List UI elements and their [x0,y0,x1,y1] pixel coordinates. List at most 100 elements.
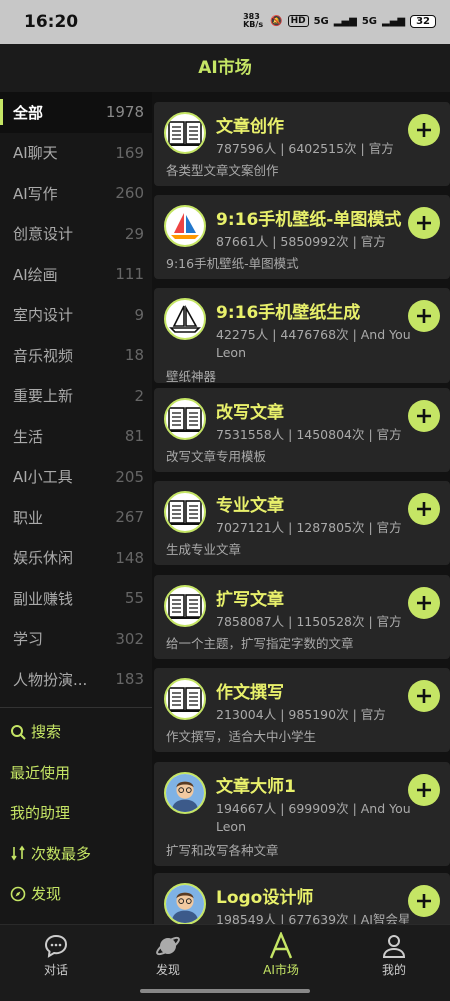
letter-a-icon [269,932,293,959]
book-icon [164,585,206,627]
signal-icon-2: 5G [361,15,377,27]
plus-icon [417,689,431,703]
page-header: AI市场 [0,44,450,92]
category-count: 18 [124,346,144,365]
sidebar-category[interactable]: 副业赚钱 55 [0,578,152,619]
add-button[interactable] [408,680,440,712]
add-button[interactable] [408,774,440,806]
assistant-name: Logo设计师 [216,888,314,908]
assistant-card[interactable]: Logo设计师 198549人 | 677639次 | AI智会星 [154,873,450,924]
assistant-card[interactable]: 9:16手机壁纸-单图模式 87661人 | 5850992次 | 官方 9:16手… [154,195,450,279]
tab-chat-label: 对话 [43,963,68,977]
person-icon [382,935,406,958]
sidebar-category[interactable]: 音乐视频 18 [0,335,152,376]
sidebar-category[interactable]: 生活 81 [0,416,152,457]
tab-discover[interactable]: 发现 [112,931,224,978]
assistant-list: 文章创作 787596人 | 6402515次 | 官方 各类型文章文案创作 9:16… [152,92,450,924]
sidebar-category[interactable]: 重要上新 2 [0,376,152,417]
assistant-card[interactable]: 文章创作 787596人 | 6402515次 | 官方 各类型文章文案创作 [154,102,450,186]
sidebar-category[interactable]: 创意设计 29 [0,214,152,255]
category-label: 副业赚钱 [13,589,74,608]
sidebar-category[interactable]: AI聊天 169 [0,133,152,174]
sidebar-category[interactable]: AI小工具 205 [0,457,152,498]
assistant-stats: 787596人 | 6402515次 | 官方 [216,141,394,156]
assistant-description: 作文撰写，适合大中小学生 [166,729,317,744]
category-count: 148 [115,548,144,567]
category-count: 55 [124,589,144,608]
category-label: 重要上新 [13,387,74,406]
assistant-description: 改写文章专用模板 [166,449,267,464]
assistant-stats: 7531558人 | 1450804次 | 官方 [216,427,402,442]
status-time: 16:20 [24,12,79,32]
assistant-name: 9:16手机壁纸生成 [216,303,361,323]
assistant-description: 生成专业文章 [166,542,242,557]
category-label: 职业 [13,508,44,527]
category-sidebar: 全部 1978 AI聊天 169 AI写作 260 创意设计 29 AI绘画 111 室内设计 9 音乐… [0,92,152,924]
chat-icon [44,934,68,958]
signal-bars-icon: ▂▄▆ [333,15,357,27]
sidebar-category[interactable]: 学习 302 [0,619,152,660]
book-icon [164,112,206,154]
assistant-name: 作文撰写 [216,683,284,703]
assistant-card[interactable]: 9:16手机壁纸生成 42275人 | 4476768次 | And You Le… [154,288,450,384]
sidebar-category[interactable]: 职业 267 [0,497,152,538]
assistant-stats: 7027121人 | 1287805次 | 官方 [216,520,402,535]
add-button[interactable] [408,885,440,917]
status-icons: 383 KB/s 🔕 HD 5G ▂▄▆ 5G ▂▄▆ 32 [243,13,436,29]
tab-ai-market-label: AI市场 [263,963,299,977]
planet-icon [156,936,180,956]
add-button[interactable] [408,114,440,146]
sidebar-divider [0,706,152,708]
tab-chat[interactable]: 对话 [0,931,112,978]
sidebar-category[interactable]: AI写作 260 [0,173,152,214]
add-button[interactable] [408,207,440,239]
sidebar-search-label: 搜索 [31,723,62,742]
category-label: 全部 [13,103,44,122]
sidebar-category[interactable]: 室内设计 9 [0,295,152,336]
tab-ai-market[interactable]: AI市场 [225,931,337,978]
add-button[interactable] [408,587,440,619]
assistant-stats: 42275人 | 4476768次 | And You Leon [216,327,411,360]
category-label: 室内设计 [13,306,74,325]
assistant-card[interactable]: 改写文章 7531558人 | 1450804次 | 官方 改写文章专用模板 [154,388,450,472]
sidebar-discover-label: 发现 [31,885,62,904]
sidebar-most-used-label: 次数最多 [31,844,92,863]
mute-bell-icon: 🔕 [270,15,283,27]
category-label: 学习 [13,630,44,649]
sidebar-recent[interactable]: 最近使用 [0,752,152,793]
sidebar-search[interactable]: 搜索 [0,712,152,753]
sidebar-discover[interactable]: 发现 [0,874,152,915]
sailboat-icon [164,205,206,247]
sidebar-category[interactable]: 全部 1978 [0,92,152,133]
category-count: 29 [124,224,144,243]
assistant-description: 扩写和改写各种文章 [166,843,279,858]
sidebar-category[interactable]: 娱乐休闲 148 [0,538,152,579]
add-button[interactable] [408,493,440,525]
category-label: AI写作 [13,184,58,203]
assistant-card[interactable]: 文章大师1 194667人 | 699909次 | And You Leon 扩写和… [154,762,450,866]
tab-mine[interactable]: 我的 [338,931,450,978]
add-button[interactable] [408,300,440,332]
tab-discover-label: 发现 [155,963,180,977]
assistant-stats: 87661人 | 5850992次 | 官方 [216,234,386,249]
category-label: AI绘画 [13,265,58,284]
category-label: AI小工具 [13,468,73,487]
status-bar: 16:20 383 KB/s 🔕 HD 5G ▂▄▆ 5G ▂▄▆ 32 [0,0,450,44]
category-list: 全部 1978 AI聊天 169 AI写作 260 创意设计 29 AI绘画 111 室内设计 9 音乐… [0,92,152,700]
sidebar-category[interactable]: AI绘画 111 [0,254,152,295]
assistant-description: 各类型文章文案创作 [166,163,279,178]
assistant-card[interactable]: 扩写文章 7858087人 | 1150528次 | 官方 给一个主题，扩写指定字数… [154,575,450,659]
assistant-stats: 213004人 | 985190次 | 官方 [216,707,386,722]
category-label: AI聊天 [13,144,58,163]
signal-bars-icon-2: ▂▄▆ [382,15,406,27]
sidebar-category[interactable]: 人物扮演... 183 [0,659,152,700]
sidebar-most-used[interactable]: 次数最多 [0,833,152,874]
category-count: 111 [115,265,144,284]
add-button[interactable] [408,400,440,432]
assistant-card[interactable]: 作文撰写 213004人 | 985190次 | 官方作文撰写，适合大中小学生 [154,668,450,752]
sidebar-my-assistant[interactable]: 我的助理 [0,793,152,834]
signal-icon: 5G [313,15,329,27]
assistant-card[interactable]: 专业文章 7027121人 | 1287805次 | 官方 生成专业文章 [154,481,450,565]
assistant-name: 扩写文章 [216,590,284,610]
assistant-stats: 7858087人 | 1150528次 | 官方 [216,614,402,629]
